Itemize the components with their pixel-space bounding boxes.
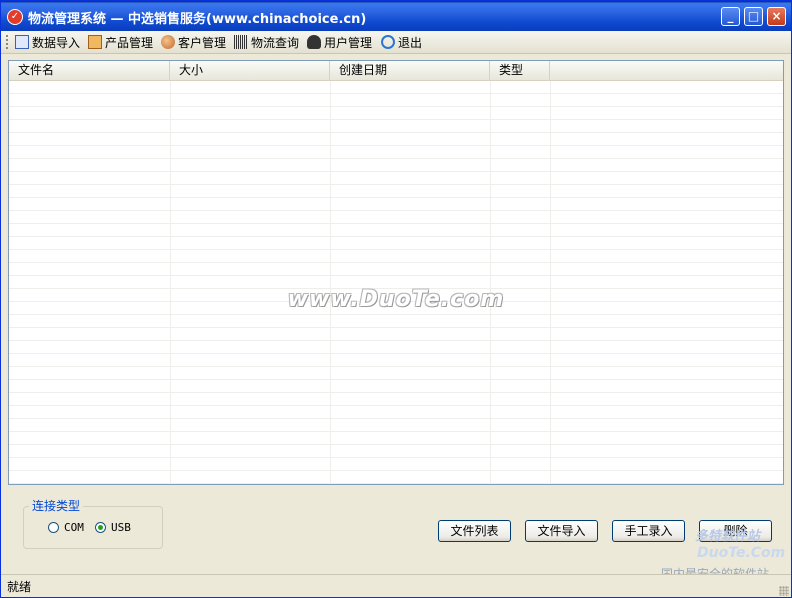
status-text: 就绪 [7,580,32,594]
toolbar-item-exit[interactable]: 退出 [381,33,422,51]
toolbar-item-label: 数据导入 [32,35,81,50]
column-header-created-date[interactable]: 创建日期 [330,61,490,80]
column-divider [170,81,171,484]
product-icon [88,35,102,49]
delete-button[interactable]: 删除 [699,520,772,542]
file-import-button[interactable]: 文件导入 [525,520,598,542]
radio-com[interactable]: COM [48,521,84,534]
toolbar-grip[interactable] [6,35,11,49]
column-divider [330,81,331,484]
user-icon [307,35,321,49]
manual-entry-button[interactable]: 手工录入 [612,520,685,542]
toolbar-item-label: 用户管理 [324,35,373,50]
connection-type-group: 连接类型 COM USB [23,497,163,549]
toolbar-item-data-import[interactable]: 数据导入 [15,33,80,51]
radio-com-label: COM [64,521,84,534]
barcode-icon [234,35,248,49]
column-divider [490,81,491,484]
main-toolbar: 数据导入 产品管理 客户管理 物流查询 用户管理 退出 [1,31,791,54]
app-window: ✓ 物流管理系统 — 中选销售服务(www.chinachoice.cn) _ … [0,0,792,598]
status-bar: 就绪 [1,574,791,597]
corner-watermark-line2: DuoTe.Com [697,545,786,561]
title-bar[interactable]: ✓ 物流管理系统 — 中选销售服务(www.chinachoice.cn) _ … [1,1,791,31]
app-logo-icon: ✓ [7,9,23,25]
maximize-button[interactable]: □ [744,7,763,26]
radio-usb-indicator[interactable] [95,522,106,533]
column-divider [550,81,551,484]
resize-grip[interactable] [779,586,789,596]
toolbar-item-label: 物流查询 [251,35,300,50]
toolbar-item-user-management[interactable]: 用户管理 [307,33,372,51]
toolbar-item-product-management[interactable]: 产品管理 [88,33,153,51]
connection-type-legend: 连接类型 [29,497,84,514]
toolbar-item-label: 产品管理 [105,35,154,50]
column-header-filename[interactable]: 文件名 [9,61,170,80]
toolbar-item-label: 退出 [398,35,423,50]
column-header-size[interactable]: 大小 [170,61,330,80]
import-icon [15,35,29,49]
list-header: 文件名 大小 创建日期 类型 [9,61,783,81]
file-list-button[interactable]: 文件列表 [438,520,511,542]
power-icon [381,35,395,49]
watermark-text: www.DuoTe.com [287,287,505,312]
minimize-button[interactable]: _ [721,7,740,26]
radio-com-indicator[interactable] [48,522,59,533]
toolbar-item-customer-management[interactable]: 客户管理 [161,33,226,51]
file-list-view[interactable]: 文件名 大小 创建日期 类型 www.DuoTe.com [8,60,784,485]
window-title: 物流管理系统 — 中选销售服务(www.chinachoice.cn) [28,12,367,27]
column-header-type[interactable]: 类型 [490,61,550,80]
radio-usb[interactable]: USB [95,521,131,534]
toolbar-item-logistics-query[interactable]: 物流查询 [234,33,299,51]
toolbar-item-label: 客户管理 [178,35,227,50]
list-rows-area[interactable] [9,81,783,484]
radio-usb-label: USB [111,521,131,534]
close-button[interactable]: × [767,7,786,26]
customers-icon [161,35,175,49]
